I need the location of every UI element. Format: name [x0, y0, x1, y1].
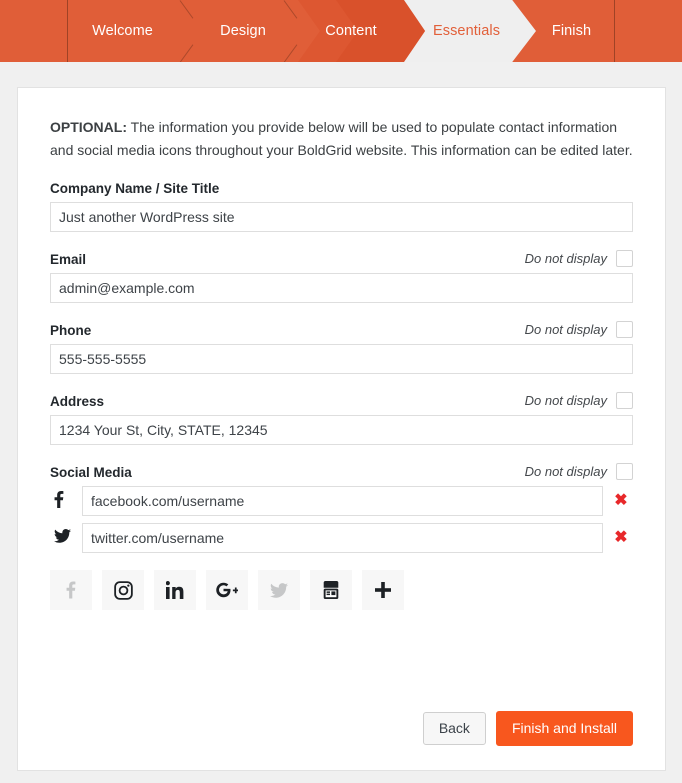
- picker-twitter-icon[interactable]: [258, 570, 300, 611]
- remove-facebook-button[interactable]: ✖: [603, 493, 633, 509]
- finish-and-install-button[interactable]: Finish and Install: [495, 711, 633, 746]
- remove-twitter-button[interactable]: ✖: [603, 530, 633, 546]
- company-input[interactable]: [50, 202, 633, 233]
- back-button[interactable]: Back: [422, 712, 486, 745]
- social-row-facebook: ✖: [50, 486, 633, 517]
- card-footer: Back Finish and Install: [18, 711, 665, 770]
- field-phone: Phone Do not display: [50, 321, 633, 375]
- step-design[interactable]: Design: [188, 0, 298, 62]
- social-do-not-display-label: Do not display: [524, 464, 607, 480]
- address-do-not-display-label: Do not display: [524, 393, 607, 409]
- field-address: Address Do not display: [50, 392, 633, 446]
- address-do-not-display[interactable]: Do not display: [524, 392, 633, 410]
- phone-label: Phone: [50, 323, 92, 339]
- wizard-step-nav: Welcome Design Content Essentials Finish: [0, 0, 682, 62]
- email-do-not-display-checkbox[interactable]: [616, 250, 633, 268]
- email-label: Email: [50, 252, 87, 268]
- field-social-media: Social Media Do not display ✖ ✖: [50, 463, 633, 611]
- step-content-label: Content: [325, 23, 377, 39]
- phone-input[interactable]: [50, 344, 633, 375]
- step-welcome[interactable]: Welcome: [67, 0, 178, 62]
- picker-plus-icon[interactable]: [362, 570, 404, 611]
- step-welcome-label: Welcome: [92, 23, 153, 39]
- phone-do-not-display[interactable]: Do not display: [524, 321, 633, 339]
- step-divider: [614, 0, 615, 62]
- step-essentials-label: Essentials: [432, 23, 501, 39]
- phone-do-not-display-checkbox[interactable]: [616, 321, 633, 339]
- picker-googleplus-icon[interactable]: [206, 570, 248, 611]
- essentials-form-card: OPTIONAL: The information you provide be…: [17, 87, 666, 771]
- social-row-twitter: ✖: [50, 523, 633, 554]
- picker-linkedin-icon[interactable]: [154, 570, 196, 611]
- twitter-input[interactable]: [82, 523, 603, 554]
- facebook-input[interactable]: [82, 486, 603, 517]
- step-divider: [67, 0, 68, 62]
- twitter-icon: [50, 529, 82, 547]
- email-do-not-display[interactable]: Do not display: [524, 250, 633, 268]
- picker-youtube-icon[interactable]: [310, 570, 352, 611]
- step-finish-label: Finish: [551, 23, 592, 39]
- address-input[interactable]: [50, 415, 633, 446]
- social-do-not-display-checkbox[interactable]: [616, 463, 633, 481]
- social-media-label: Social Media: [50, 465, 132, 481]
- field-email: Email Do not display: [50, 250, 633, 304]
- social-do-not-display[interactable]: Do not display: [524, 463, 633, 481]
- email-input[interactable]: [50, 273, 633, 304]
- field-company: Company Name / Site Title: [50, 181, 633, 233]
- step-finish[interactable]: Finish: [529, 0, 614, 62]
- optional-intro-text: OPTIONAL: The information you provide be…: [50, 116, 633, 161]
- picker-instagram-icon[interactable]: [102, 570, 144, 611]
- social-icon-picker: [50, 570, 633, 611]
- step-design-label: Design: [220, 23, 266, 39]
- optional-intro-body: The information you provide below will b…: [50, 119, 633, 158]
- address-label: Address: [50, 394, 105, 410]
- address-do-not-display-checkbox[interactable]: [616, 392, 633, 410]
- phone-do-not-display-label: Do not display: [524, 322, 607, 338]
- optional-intro-prefix: OPTIONAL:: [50, 119, 127, 135]
- email-do-not-display-label: Do not display: [524, 251, 607, 267]
- company-label: Company Name / Site Title: [50, 181, 220, 197]
- facebook-icon: [50, 490, 82, 512]
- picker-facebook-icon[interactable]: [50, 570, 92, 611]
